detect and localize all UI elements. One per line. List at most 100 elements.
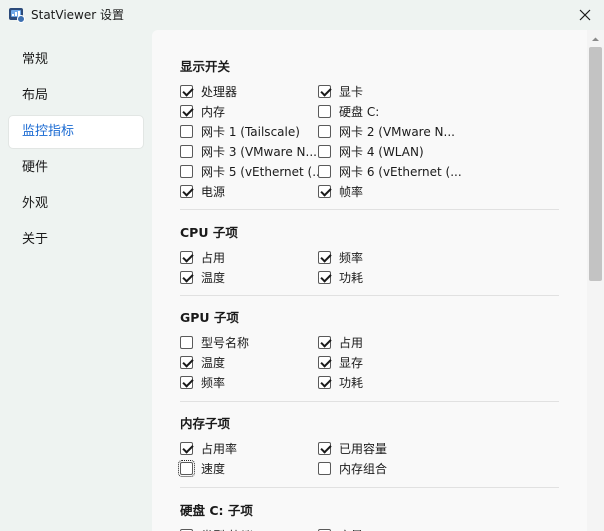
checkbox-label: 网卡 1 (Tailscale) bbox=[201, 124, 300, 139]
checkbox-display-toggles-3[interactable]: 硬盘 C: bbox=[318, 102, 379, 120]
title-bar: StatViewer 设置 bbox=[0, 0, 604, 30]
checkbox-display-toggles-4[interactable]: 网卡 1 (Tailscale) bbox=[180, 122, 300, 140]
checkbox-disk-c-subitems-1[interactable]: 容量 bbox=[318, 526, 363, 531]
checkbox-checked-icon[interactable] bbox=[180, 184, 193, 198]
statviewer-app-icon bbox=[9, 7, 25, 23]
checkbox-cpu-subitems-1[interactable]: 频率 bbox=[318, 248, 363, 266]
checkbox-unchecked-icon[interactable] bbox=[318, 144, 331, 158]
checkbox-checked-icon[interactable] bbox=[318, 270, 331, 284]
metrics-scroll-area: 显示开关处理器 显卡内存 硬盘 C: 网卡 1 (Tailscale) 网卡 2 (VM… bbox=[152, 30, 587, 531]
checkbox-unchecked-icon[interactable] bbox=[178, 459, 195, 477]
checkbox-checked-icon[interactable] bbox=[318, 335, 331, 349]
checkbox-label: 内存 bbox=[201, 104, 226, 119]
checkbox-display-toggles-6[interactable]: 网卡 3 (VMware N... bbox=[180, 142, 317, 160]
checkbox-checked-icon[interactable] bbox=[318, 184, 331, 198]
checkbox-unchecked-icon[interactable] bbox=[318, 104, 331, 118]
sidebar-item-about[interactable]: 关于 bbox=[8, 223, 144, 257]
checkbox-gpu-subitems-2[interactable]: 温度 bbox=[180, 353, 225, 371]
checkbox-label: 显卡 bbox=[339, 84, 364, 99]
checkbox-memory-subitems-1[interactable]: 已用容量 bbox=[318, 439, 387, 457]
checkbox-label: 显存 bbox=[339, 355, 364, 370]
sidebar-item-hardware[interactable]: 硬件 bbox=[8, 151, 144, 185]
checkbox-unchecked-icon[interactable] bbox=[318, 124, 331, 138]
scrollbar-thumb[interactable] bbox=[589, 47, 602, 281]
checkbox-label: 类型/协议 bbox=[201, 527, 253, 531]
checkbox-label: 处理器 bbox=[201, 84, 238, 99]
sidebar-item-appearance[interactable]: 外观 bbox=[8, 187, 144, 221]
checkbox-label: 已用容量 bbox=[339, 441, 388, 456]
checkbox-display-toggles-11[interactable]: 帧率 bbox=[318, 182, 363, 200]
close-icon bbox=[579, 9, 591, 21]
checkbox-display-toggles-0[interactable]: 处理器 bbox=[180, 82, 237, 100]
section-title-cpu-subitems: CPU 子项 bbox=[180, 225, 238, 240]
checkbox-unchecked-icon[interactable] bbox=[318, 461, 331, 475]
checkbox-label: 占用率 bbox=[201, 441, 238, 456]
checkbox-label: 速度 bbox=[201, 461, 226, 476]
sidebar-item-metrics[interactable]: 监控指标 bbox=[8, 115, 144, 149]
checkbox-unchecked-icon[interactable] bbox=[180, 144, 193, 158]
checkbox-checked-icon[interactable] bbox=[180, 84, 193, 98]
checkbox-label: 网卡 2 (VMware N... bbox=[339, 124, 455, 139]
checkbox-label: 温度 bbox=[201, 355, 226, 370]
checkbox-label: 占用 bbox=[339, 335, 364, 350]
checkbox-label: 温度 bbox=[201, 270, 226, 285]
checkbox-label: 网卡 5 (vEthernet (... bbox=[201, 164, 324, 179]
checkbox-checked-icon[interactable] bbox=[180, 355, 193, 369]
checkbox-label: 硬盘 C: bbox=[339, 104, 380, 119]
checkbox-display-toggles-1[interactable]: 显卡 bbox=[318, 82, 363, 100]
checkbox-display-toggles-7[interactable]: 网卡 4 (WLAN) bbox=[318, 142, 424, 160]
checkbox-checked-icon[interactable] bbox=[180, 270, 193, 284]
checkbox-gpu-subitems-1[interactable]: 占用 bbox=[318, 333, 363, 351]
section-title-display-toggles: 显示开关 bbox=[180, 59, 231, 74]
checkbox-cpu-subitems-2[interactable]: 温度 bbox=[180, 268, 225, 286]
checkbox-checked-icon[interactable] bbox=[180, 250, 193, 264]
checkbox-unchecked-icon[interactable] bbox=[318, 164, 331, 178]
section-divider bbox=[180, 401, 559, 402]
checkbox-memory-subitems-2[interactable]: 速度 bbox=[178, 459, 226, 477]
checkbox-checked-icon[interactable] bbox=[318, 355, 331, 369]
checkbox-display-toggles-2[interactable]: 内存 bbox=[180, 102, 225, 120]
checkbox-display-toggles-9[interactable]: 网卡 6 (vEthernet (... bbox=[318, 162, 462, 180]
checkbox-checked-icon[interactable] bbox=[180, 104, 193, 118]
checkbox-gpu-subitems-4[interactable]: 频率 bbox=[180, 373, 225, 391]
settings-sidebar: 常规 布局 监控指标 硬件 外观 关于 bbox=[0, 30, 152, 531]
section-divider bbox=[180, 209, 559, 210]
checkbox-checked-icon[interactable] bbox=[318, 250, 331, 264]
checkbox-unchecked-icon[interactable] bbox=[180, 164, 193, 178]
section-title-gpu-subitems: GPU 子项 bbox=[180, 310, 239, 325]
close-button[interactable] bbox=[572, 3, 598, 27]
checkbox-memory-subitems-0[interactable]: 占用率 bbox=[180, 439, 237, 457]
checkbox-label: 功耗 bbox=[339, 270, 364, 285]
section-divider bbox=[180, 487, 559, 488]
checkbox-cpu-subitems-0[interactable]: 占用 bbox=[180, 248, 225, 266]
checkbox-gpu-subitems-0[interactable]: 型号名称 bbox=[180, 333, 249, 351]
checkbox-unchecked-icon[interactable] bbox=[180, 124, 193, 138]
checkbox-checked-icon[interactable] bbox=[180, 375, 193, 389]
window-title: StatViewer 设置 bbox=[31, 8, 124, 22]
checkbox-memory-subitems-3[interactable]: 内存组合 bbox=[318, 459, 387, 477]
checkbox-checked-icon[interactable] bbox=[318, 375, 331, 389]
checkbox-checked-icon[interactable] bbox=[180, 441, 193, 455]
checkbox-label: 网卡 4 (WLAN) bbox=[339, 144, 424, 159]
scroll-up-arrow-icon[interactable] bbox=[591, 35, 600, 44]
checkbox-disk-c-subitems-0[interactable]: 类型/协议 bbox=[180, 526, 253, 531]
checkbox-label: 电源 bbox=[201, 184, 226, 199]
checkbox-display-toggles-10[interactable]: 电源 bbox=[180, 182, 225, 200]
checkbox-checked-icon[interactable] bbox=[318, 84, 331, 98]
checkbox-label: 频率 bbox=[201, 375, 226, 390]
checkbox-label: 内存组合 bbox=[339, 461, 388, 476]
checkbox-label: 型号名称 bbox=[201, 335, 250, 350]
checkbox-gpu-subitems-3[interactable]: 显存 bbox=[318, 353, 363, 371]
checkbox-display-toggles-8[interactable]: 网卡 5 (vEthernet (... bbox=[180, 162, 324, 180]
sidebar-item-layout[interactable]: 布局 bbox=[8, 79, 144, 113]
checkbox-display-toggles-5[interactable]: 网卡 2 (VMware N... bbox=[318, 122, 455, 140]
vertical-scrollbar[interactable] bbox=[587, 30, 604, 531]
checkbox-cpu-subitems-3[interactable]: 功耗 bbox=[318, 268, 363, 286]
checkbox-label: 网卡 3 (VMware N... bbox=[201, 144, 317, 159]
checkbox-label: 容量 bbox=[339, 527, 363, 531]
sidebar-item-general[interactable]: 常规 bbox=[8, 43, 144, 77]
checkbox-checked-icon[interactable] bbox=[318, 441, 331, 455]
metrics-settings-panel: 显示开关处理器 显卡内存 硬盘 C: 网卡 1 (Tailscale) 网卡 2 (VM… bbox=[152, 30, 604, 531]
checkbox-unchecked-icon[interactable] bbox=[180, 335, 193, 349]
checkbox-gpu-subitems-5[interactable]: 功耗 bbox=[318, 373, 363, 391]
